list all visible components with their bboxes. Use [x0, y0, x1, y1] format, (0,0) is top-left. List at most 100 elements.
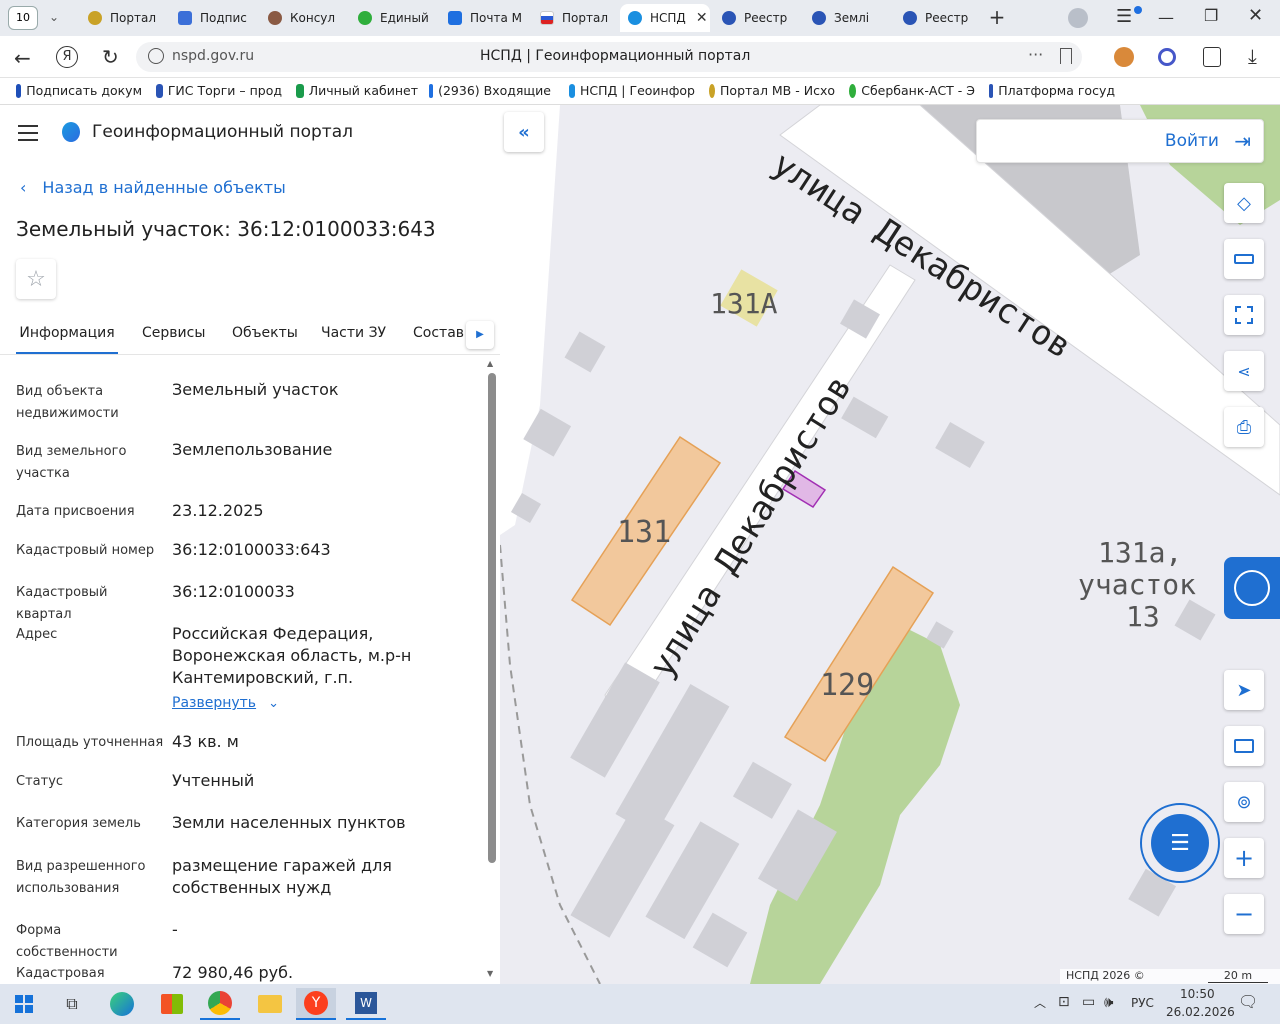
tab-pochta[interactable]: Почта М — [440, 4, 530, 32]
navigation-arrow-icon: ➤ — [1236, 679, 1252, 701]
url-field[interactable]: nspd.gov.ru НСПД | Геоинформационный пор… — [136, 42, 1082, 72]
tab-label: Землі — [834, 11, 870, 25]
explorer-button[interactable] — [250, 988, 290, 1020]
tab-reestr-2[interactable]: Реестр — [895, 4, 975, 32]
login-button[interactable]: Войти ⇥ — [976, 119, 1264, 163]
zoom-in-button[interactable]: + — [1224, 838, 1264, 878]
bookmark-item[interactable]: НСПД | Геоинфор — [569, 83, 695, 98]
store-button[interactable] — [152, 988, 192, 1020]
notifications-icon[interactable]: 🗨 — [1238, 992, 1258, 1011]
bookmark-item[interactable]: Портал МВ - Исхо — [709, 83, 835, 98]
yandex-browser-button[interactable]: Y — [296, 988, 336, 1020]
tab-objects[interactable]: Объекты — [232, 315, 298, 351]
collections-icon[interactable] — [1203, 47, 1221, 67]
tab-services[interactable]: Сервисы — [142, 315, 205, 351]
tab-close-icon[interactable]: ✕ — [696, 10, 708, 26]
clock-date[interactable]: 26.02.2026 — [1166, 1005, 1235, 1019]
start-button[interactable] — [4, 988, 44, 1020]
attr-value: 72 980,46 руб. — [172, 963, 294, 982]
network-icon[interactable]: ▭ — [1082, 994, 1095, 1010]
tab-edinyi[interactable]: Единый — [350, 4, 435, 32]
tab-favicon-icon — [88, 11, 102, 25]
tab-composition[interactable]: Состав — [413, 315, 464, 351]
restore-icon[interactable]: ❐ — [1204, 6, 1224, 25]
copyright-text: НСПД 2026 © — [1066, 969, 1145, 982]
area-search-button[interactable] — [1224, 295, 1264, 335]
print-button[interactable]: ⎙ — [1224, 407, 1264, 447]
minimize-icon[interactable]: — — [1158, 8, 1178, 27]
map-building — [564, 331, 606, 373]
tab-portal-2[interactable]: Портал — [532, 4, 614, 32]
feedback-tab-button[interactable] — [1224, 557, 1280, 619]
minimap-button[interactable] — [1224, 726, 1264, 766]
tab-information[interactable]: Информация — [16, 315, 118, 354]
navigate-button[interactable]: ➤ — [1224, 670, 1264, 710]
bookmark-item[interactable]: Личный кабинет — [296, 83, 418, 98]
tab-count-button[interactable]: 10 — [8, 6, 38, 30]
tabs-dropdown-icon[interactable]: ⌄ — [44, 10, 64, 26]
attr-value: - — [172, 920, 178, 939]
hamburger-menu-icon[interactable] — [18, 125, 38, 141]
extension-icon[interactable] — [1158, 48, 1176, 66]
task-view-button[interactable]: ⧉ — [52, 988, 92, 1020]
expand-address-link[interactable]: Развернуть ⌄ — [172, 695, 279, 711]
tray-app-icon[interactable]: ⊡ — [1058, 994, 1070, 1010]
address-label-line1: 131а, — [1098, 536, 1182, 569]
edge-button[interactable] — [102, 988, 142, 1020]
close-window-icon[interactable]: ✕ — [1248, 5, 1268, 26]
chevron-down-icon: ⌄ — [268, 695, 279, 711]
new-tab-button[interactable]: + — [985, 6, 1009, 30]
chrome-icon — [208, 991, 232, 1015]
bookmark-item[interactable]: Платформа госуд — [989, 83, 1115, 98]
yandex-icon[interactable]: Я — [56, 46, 78, 68]
bookmark-item[interactable]: Подписать докум — [16, 83, 142, 98]
bookmark-favicon-icon — [989, 83, 994, 98]
attr-label: Статус — [16, 774, 64, 789]
site-info-icon[interactable] — [148, 48, 164, 64]
bookmark-label: Сбербанк-АСТ - Э — [861, 83, 975, 98]
tab-favicon-icon — [448, 11, 462, 25]
scrollbar-thumb[interactable] — [488, 373, 496, 863]
back-to-results-link[interactable]: ‹ Назад в найденные объекты — [20, 178, 286, 197]
language-indicator[interactable]: РУС — [1131, 996, 1154, 1010]
back-icon[interactable]: ← — [14, 46, 31, 70]
scroll-up-icon[interactable]: ▲ — [487, 359, 493, 368]
tab-reestr[interactable]: Реестр — [714, 4, 799, 32]
tab-portal[interactable]: Портал — [80, 4, 160, 32]
tabs-scroll-right-button[interactable]: ▶ — [466, 321, 494, 349]
tray-chevron-icon[interactable]: ︿ — [1034, 994, 1046, 1011]
word-icon: W — [355, 992, 377, 1014]
volume-icon[interactable]: 🕪 — [1104, 993, 1113, 1011]
chrome-button[interactable] — [200, 988, 240, 1020]
menu-icon[interactable]: ☰ — [1116, 6, 1142, 30]
page-title-text: НСПД | Геоинформационный портал — [480, 48, 751, 64]
download-icon[interactable]: ⤓ — [1248, 44, 1257, 68]
collapse-panel-button[interactable]: « — [504, 112, 544, 152]
extension-icon[interactable] — [1114, 47, 1134, 67]
reload-icon[interactable]: ↻ — [102, 45, 119, 69]
map-view[interactable]: улица Декабристов улица Декабристов 131А… — [500, 105, 1280, 984]
tab-nspd[interactable]: НСПД ✕ — [620, 4, 710, 32]
word-button[interactable]: W — [346, 988, 386, 1020]
bookmark-item[interactable]: Сбербанк-АСТ - Э — [849, 83, 975, 98]
bookmark-item[interactable]: (2936) Входящие — [429, 83, 551, 98]
layers-button[interactable]: ◇ — [1224, 183, 1264, 223]
tab-parts[interactable]: Части ЗУ — [321, 315, 386, 351]
tab-konsul[interactable]: Консул — [260, 4, 345, 32]
chat-button[interactable]: ☰ — [1140, 803, 1220, 883]
locate-button[interactable]: ⊚ — [1224, 782, 1264, 822]
bookmark-item[interactable]: ГИС Торги – прод — [156, 83, 282, 98]
more-icon[interactable]: ··· — [1028, 45, 1043, 64]
tab-zemel[interactable]: Землі — [804, 4, 886, 32]
profile-icon[interactable] — [1068, 8, 1088, 28]
bookmark-label: ГИС Торги – прод — [167, 83, 282, 98]
tab-podpis[interactable]: Подпис — [170, 4, 255, 32]
zoom-out-button[interactable]: − — [1224, 894, 1264, 934]
share-button[interactable]: ⋖ — [1224, 351, 1264, 391]
measure-button[interactable] — [1224, 239, 1264, 279]
favorite-button[interactable]: ☆ — [16, 259, 56, 299]
scroll-down-icon[interactable]: ▼ — [487, 969, 493, 978]
attr-label: Вид объекта недвижимости — [16, 384, 119, 421]
clock-time[interactable]: 10:50 — [1180, 987, 1215, 1001]
bookmark-icon[interactable] — [1060, 48, 1072, 64]
